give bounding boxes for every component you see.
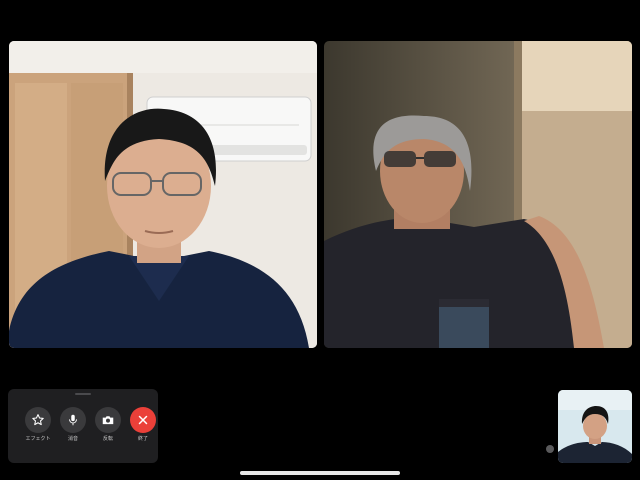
star-icon bbox=[32, 414, 44, 426]
home-indicator[interactable] bbox=[240, 471, 400, 475]
effects-label: エフェクト bbox=[25, 436, 51, 442]
participant-video-left-frame bbox=[9, 41, 317, 348]
panel-grabber[interactable] bbox=[75, 393, 91, 395]
end-label: 終了 bbox=[137, 436, 148, 442]
call-controls-panel: エフェクト 消音 反転 終了 bbox=[8, 389, 158, 463]
flip-control: 反転 bbox=[93, 407, 123, 442]
mute-button[interactable] bbox=[60, 407, 86, 433]
microphone-icon bbox=[69, 414, 77, 426]
participant-video-left[interactable] bbox=[9, 41, 317, 348]
camera-icon bbox=[102, 416, 114, 425]
mute-label: 消音 bbox=[67, 436, 78, 442]
flip-button[interactable] bbox=[95, 407, 121, 433]
close-icon bbox=[138, 415, 148, 425]
effects-button[interactable] bbox=[25, 407, 51, 433]
end-control: 終了 bbox=[128, 407, 158, 442]
participant-video-right-frame bbox=[324, 41, 632, 348]
page-indicator-dot[interactable] bbox=[546, 445, 554, 453]
participant-video-right[interactable] bbox=[324, 41, 632, 348]
flip-label: 反転 bbox=[102, 436, 113, 442]
effects-control: エフェクト bbox=[23, 407, 53, 442]
end-call-button[interactable] bbox=[130, 407, 156, 433]
mute-control: 消音 bbox=[58, 407, 88, 442]
facetime-call-screen: エフェクト 消音 反転 終了 bbox=[0, 0, 640, 480]
self-view[interactable] bbox=[558, 390, 632, 463]
self-view-frame bbox=[558, 390, 632, 463]
